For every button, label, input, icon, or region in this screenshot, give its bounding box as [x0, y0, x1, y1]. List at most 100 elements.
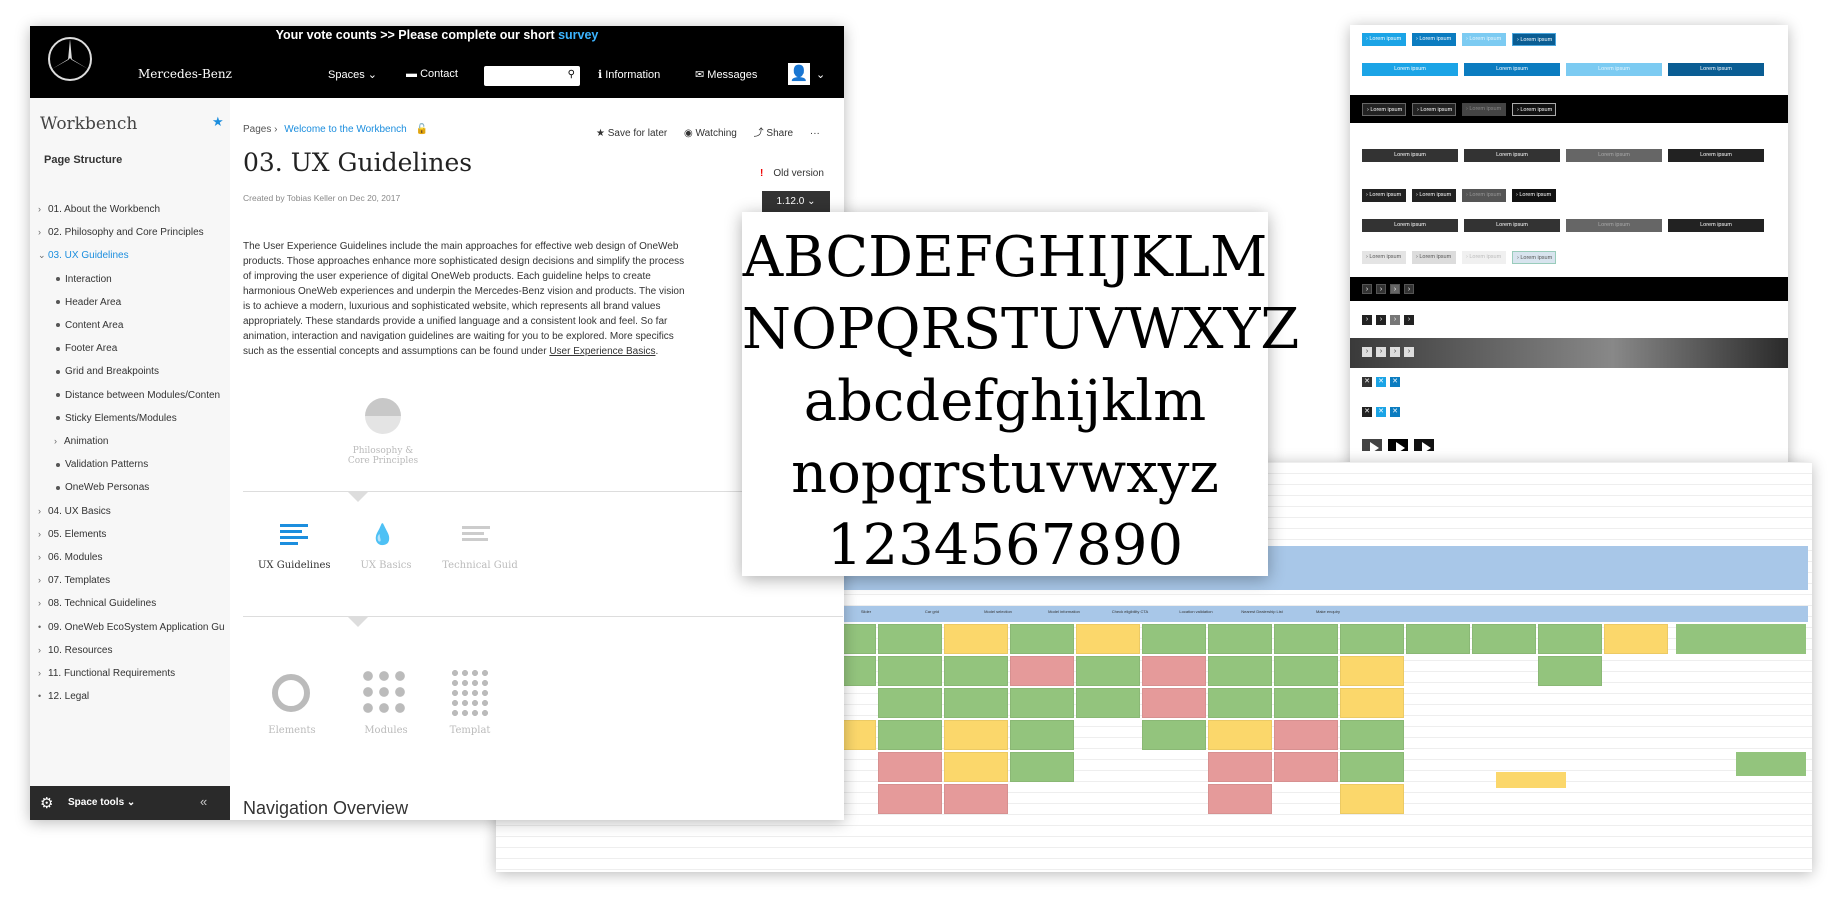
user-avatar-icon[interactable]: 👤	[788, 63, 810, 85]
gear-icon[interactable]: ⚙	[40, 794, 53, 812]
modules-label[interactable]: Modules	[350, 725, 422, 736]
chip-button[interactable]: › Lorem ipsum	[1412, 189, 1456, 202]
sidebar-item-21[interactable]: › 11. Functional Requirements	[38, 668, 175, 679]
more-actions-button[interactable]: ···	[810, 128, 820, 139]
chip-button[interactable]: › Lorem ipsum	[1462, 33, 1506, 46]
version-dropdown[interactable]: 1.12.0 ⌄	[762, 191, 830, 213]
mercedes-star-logo-icon[interactable]	[47, 36, 93, 82]
ux-basics-label[interactable]: UX Basics	[350, 560, 422, 571]
arrow-square-button[interactable]: ›	[1376, 284, 1386, 294]
arrow-square-button[interactable]: ›	[1376, 347, 1386, 357]
technical-guidelines-label[interactable]: Technical Guid	[440, 560, 520, 571]
wide-button[interactable]: Lorem ipsum	[1464, 63, 1560, 76]
sidebar-item-6[interactable]: Content Area	[56, 320, 123, 331]
chip-button[interactable]: › Lorem ipsum	[1412, 103, 1456, 116]
chip-button[interactable]: › Lorem ipsum	[1412, 251, 1456, 264]
chip-button[interactable]: › Lorem ipsum	[1512, 33, 1556, 46]
sidebar-item-15[interactable]: › 05. Elements	[38, 529, 106, 540]
spaces-menu[interactable]: Spaces ⌄	[328, 68, 377, 81]
collapse-sidebar-icon[interactable]: «	[200, 794, 207, 809]
wide-button[interactable]: Lorem ipsum	[1566, 219, 1662, 232]
arrow-square-button[interactable]: ›	[1404, 315, 1414, 325]
elements-label[interactable]: Elements	[256, 725, 328, 736]
sidebar-item-8[interactable]: Grid and Breakpoints	[56, 366, 159, 377]
wide-button[interactable]: Lorem ipsum	[1464, 149, 1560, 162]
play-button-icon[interactable]	[1362, 439, 1382, 455]
play-button-icon[interactable]	[1414, 439, 1434, 455]
sidebar-item-7[interactable]: Footer Area	[56, 343, 117, 354]
philosophy-label[interactable]: Philosophy & Core Principles	[328, 446, 438, 466]
chip-button[interactable]: › Lorem ipsum	[1362, 251, 1406, 264]
arrow-square-button[interactable]: ›	[1390, 315, 1400, 325]
search-input[interactable]: ⚲	[484, 66, 580, 86]
sidebar-item-2[interactable]: › 02. Philosophy and Core Principles	[38, 227, 204, 238]
ux-guidelines-icon[interactable]	[280, 524, 308, 545]
sidebar-item-19[interactable]: • 09. OneWeb EcoSystem Application Gu	[38, 622, 225, 633]
chip-button[interactable]: › Lorem ipsum	[1412, 33, 1456, 46]
chevron-down-icon[interactable]: ⌄	[816, 68, 825, 81]
close-icon[interactable]: ✕	[1390, 377, 1400, 387]
chip-button[interactable]: › Lorem ipsum	[1362, 33, 1406, 46]
wide-button[interactable]: Lorem ipsum	[1362, 63, 1458, 76]
wide-button[interactable]: Lorem ipsum	[1668, 219, 1764, 232]
chip-button[interactable]: › Lorem ipsum	[1512, 189, 1556, 202]
sidebar-item-3[interactable]: ⌄ 03. UX Guidelines	[38, 250, 129, 261]
sidebar-item-17[interactable]: › 07. Templates	[38, 575, 110, 586]
space-tools-bar[interactable]: ⚙ Space tools ⌄ «	[30, 786, 230, 820]
space-title[interactable]: Workbench	[40, 114, 137, 134]
chip-button[interactable]: › Lorem ipsum	[1362, 103, 1406, 116]
templates-icon[interactable]	[450, 668, 490, 718]
chip-button[interactable]: › Lorem ipsum	[1462, 251, 1506, 264]
close-icon[interactable]: ✕	[1362, 407, 1372, 417]
sidebar-item-1[interactable]: › 01. About the Workbench	[38, 204, 160, 215]
chip-button[interactable]: › Lorem ipsum	[1462, 189, 1506, 202]
chip-button[interactable]: › Lorem ipsum	[1462, 103, 1506, 116]
breadcrumb-link[interactable]: Welcome to the Workbench	[284, 124, 406, 135]
arrow-square-button[interactable]: ›	[1362, 284, 1372, 294]
close-icon[interactable]: ✕	[1376, 407, 1386, 417]
arrow-square-button[interactable]: ›	[1376, 315, 1386, 325]
wide-button[interactable]: Lorem ipsum	[1464, 219, 1560, 232]
sidebar-item-11[interactable]: › Animation	[54, 436, 108, 447]
wide-button[interactable]: Lorem ipsum	[1668, 63, 1764, 76]
technical-guidelines-icon[interactable]	[462, 526, 490, 541]
watching-button[interactable]: ◉ Watching	[684, 128, 737, 139]
close-icon[interactable]: ✕	[1390, 407, 1400, 417]
philosophy-icon[interactable]	[365, 398, 401, 434]
ux-basics-link[interactable]: User Experience Basics	[549, 346, 655, 357]
close-icon[interactable]: ✕	[1376, 377, 1386, 387]
arrow-square-button[interactable]: ›	[1390, 284, 1400, 294]
sidebar-item-20[interactable]: › 10. Resources	[38, 645, 112, 656]
drops-icon[interactable]: 💧	[370, 522, 395, 547]
templates-label[interactable]: Templat	[440, 725, 500, 736]
save-for-later-button[interactable]: ★ Save for later	[596, 128, 667, 139]
elements-icon[interactable]	[272, 674, 310, 712]
survey-link[interactable]: survey	[558, 28, 598, 42]
sidebar-item-16[interactable]: › 06. Modules	[38, 552, 102, 563]
sidebar-item-10[interactable]: Sticky Elements/Modules	[56, 413, 177, 424]
messages-link[interactable]: ✉ Messages	[695, 68, 757, 81]
chip-button[interactable]: › Lorem ipsum	[1512, 251, 1556, 264]
sidebar-item-18[interactable]: › 08. Technical Guidelines	[38, 598, 156, 609]
play-button-icon[interactable]	[1388, 439, 1408, 455]
sidebar-item-12[interactable]: Validation Patterns	[56, 459, 148, 470]
wide-button[interactable]: Lorem ipsum	[1362, 149, 1458, 162]
lock-icon[interactable]: 🔓	[416, 124, 428, 135]
sidebar-item-22[interactable]: • 12. Legal	[38, 691, 89, 702]
star-icon[interactable]: ★	[212, 114, 224, 130]
information-link[interactable]: ℹ Information	[598, 68, 660, 81]
arrow-square-button[interactable]: ›	[1390, 347, 1400, 357]
chip-button[interactable]: › Lorem ipsum	[1512, 103, 1556, 116]
chip-button[interactable]: › Lorem ipsum	[1362, 189, 1406, 202]
modules-icon[interactable]	[360, 668, 410, 718]
sidebar-item-13[interactable]: OneWeb Personas	[56, 482, 149, 493]
arrow-square-button[interactable]: ›	[1362, 347, 1372, 357]
wide-button[interactable]: Lorem ipsum	[1362, 219, 1458, 232]
sidebar-item-9[interactable]: Distance between Modules/Conten	[56, 390, 220, 401]
sidebar-item-4[interactable]: Interaction	[56, 274, 112, 285]
contact-link[interactable]: ▬ Contact	[406, 68, 458, 80]
close-icon[interactable]: ✕	[1362, 377, 1372, 387]
wide-button[interactable]: Lorem ipsum	[1566, 63, 1662, 76]
arrow-square-button[interactable]: ›	[1404, 347, 1414, 357]
sidebar-item-14[interactable]: › 04. UX Basics	[38, 506, 111, 517]
